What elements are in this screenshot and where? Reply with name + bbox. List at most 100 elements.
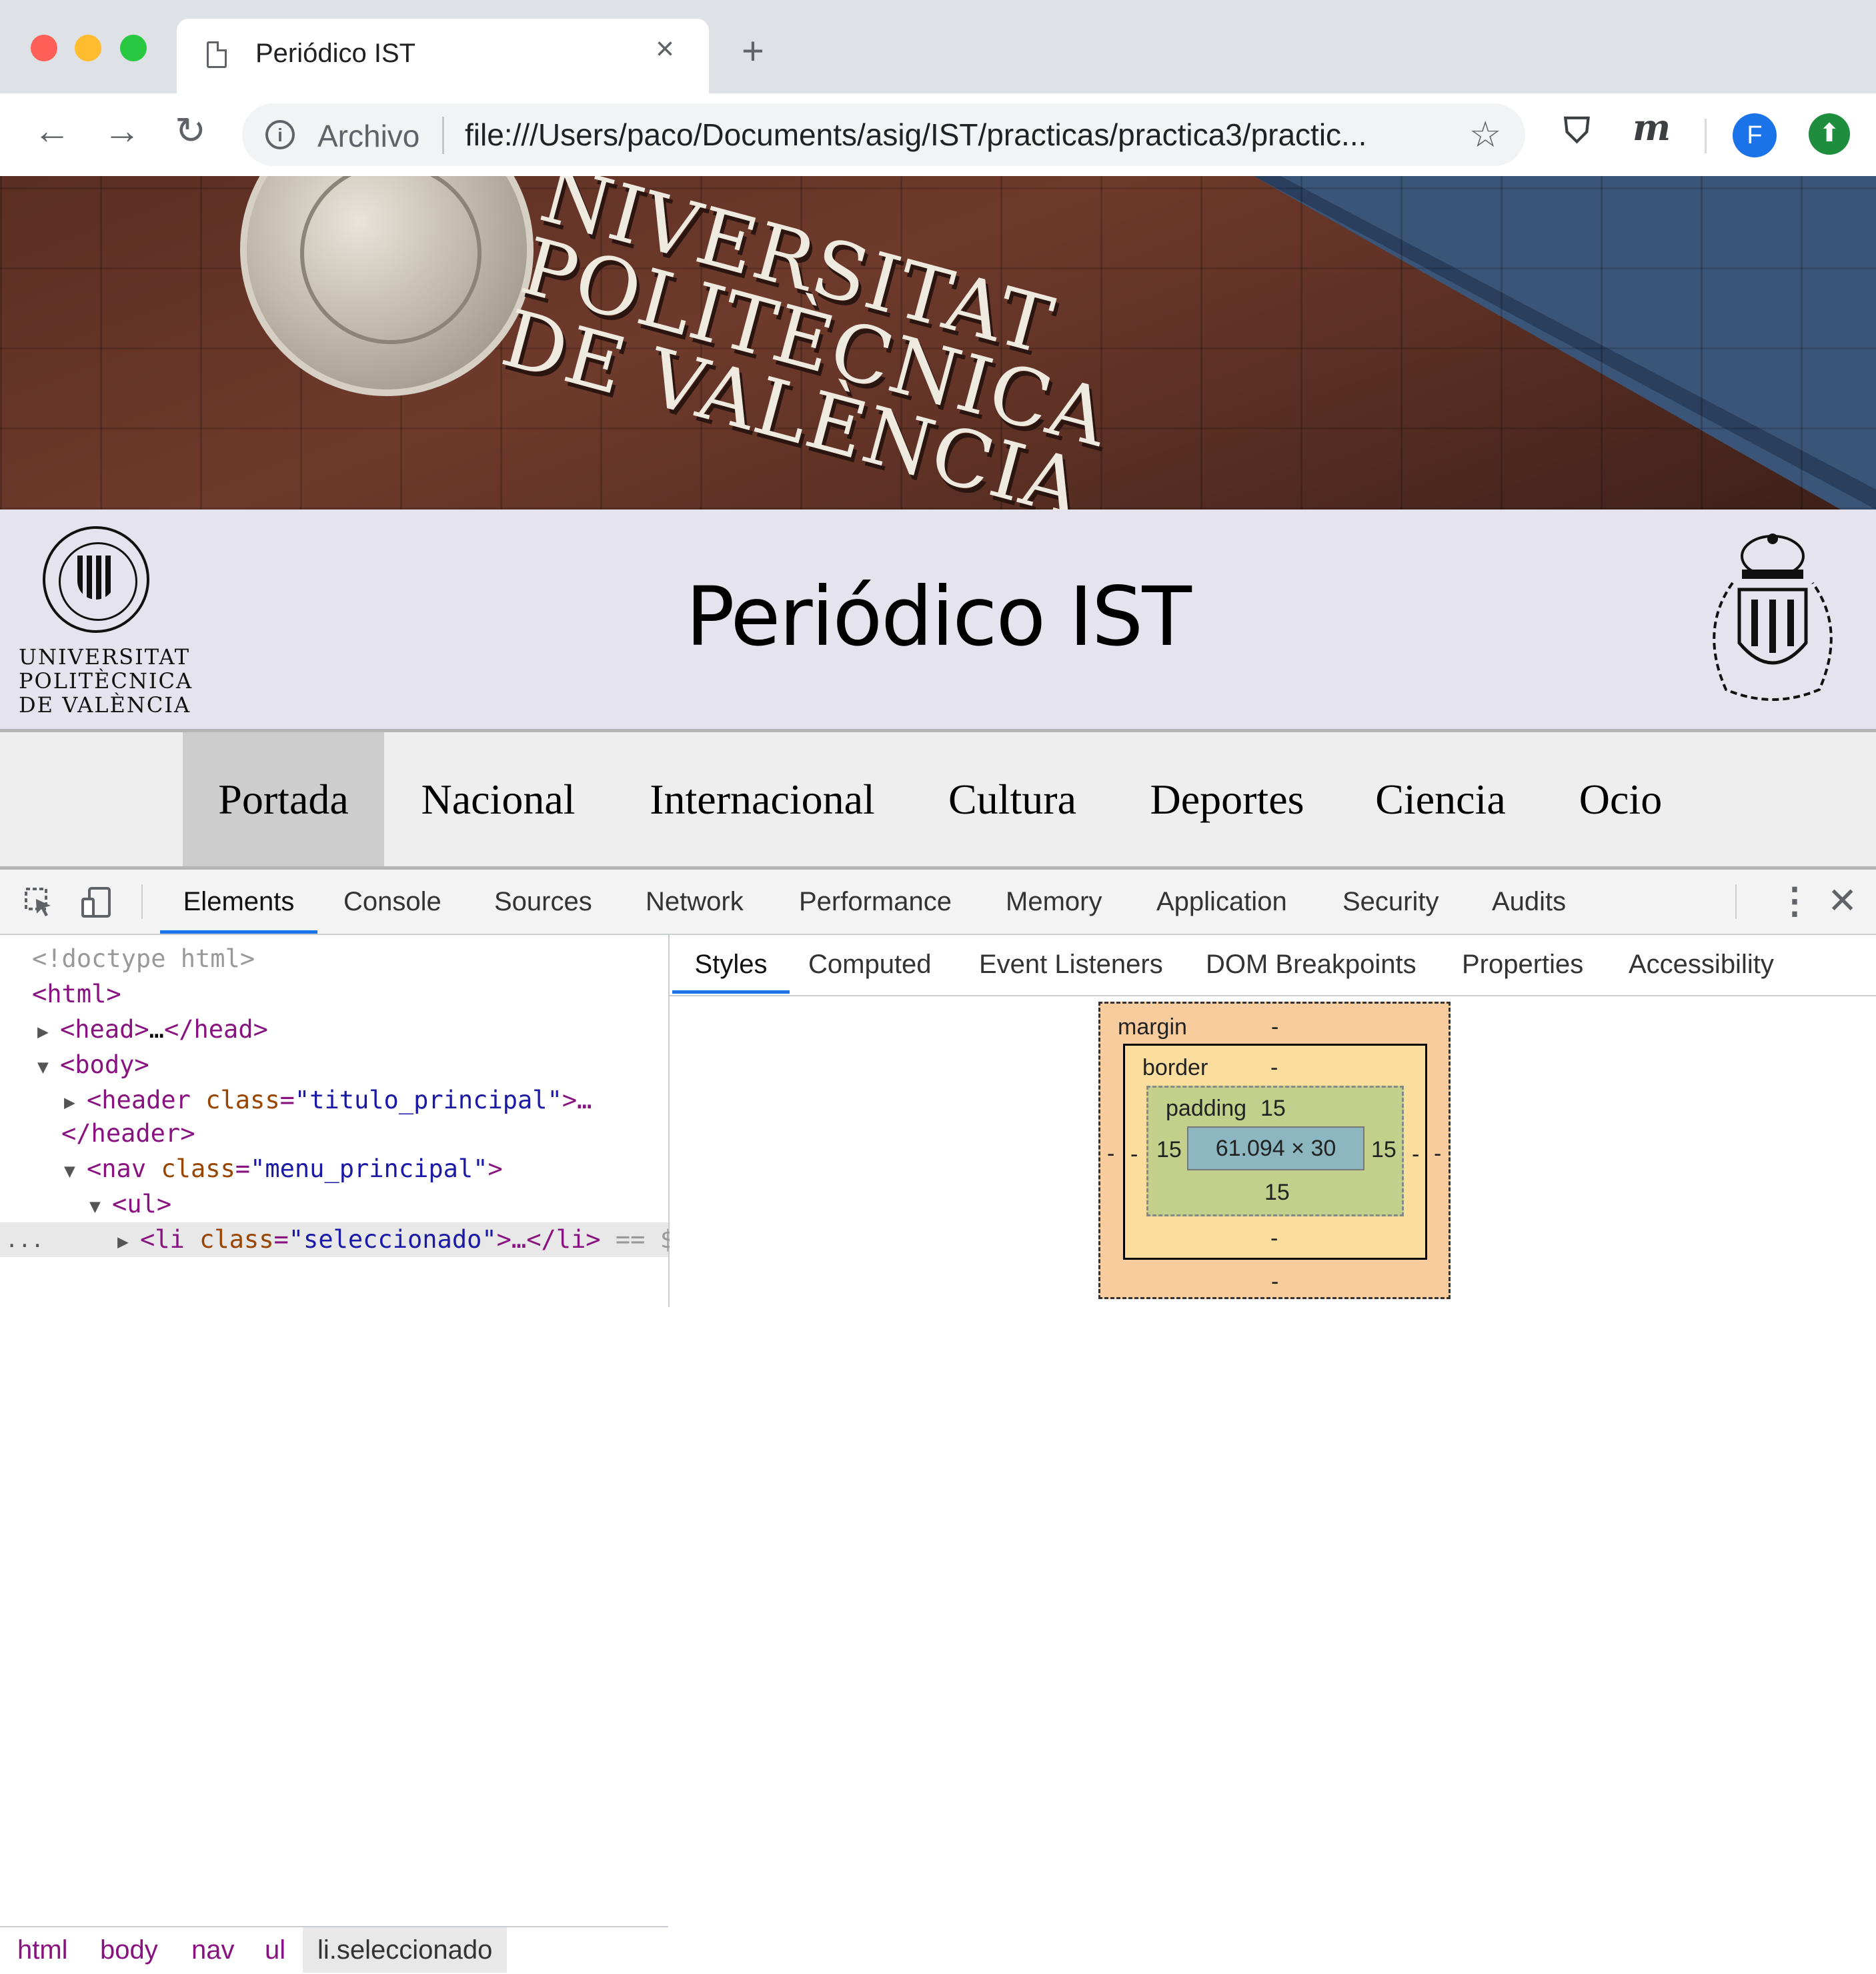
address-bar[interactable]: i Archivo file:///Users/paco/Documents/a…	[242, 103, 1525, 166]
border-label: border	[1142, 1055, 1208, 1080]
banner-image: NIVERSITAT POLITÈCNICA DE VALÈNCIA	[0, 176, 1876, 510]
margin-bottom-value[interactable]: -	[1271, 1270, 1278, 1293]
back-arrow-icon[interactable]: ←	[33, 112, 71, 149]
tab-styles[interactable]: Styles	[672, 935, 790, 994]
dom-head[interactable]: ▶ <head>…</head>	[37, 1012, 268, 1047]
page-title: Periódico IST	[686, 570, 1192, 664]
expand-triangle-icon[interactable]: ▶	[117, 1224, 140, 1259]
margin-top-value[interactable]: -	[1271, 1016, 1278, 1038]
menu-item-ocio[interactable]: Ocio	[1554, 732, 1687, 866]
breadcrumb-ul[interactable]: ul	[265, 1927, 285, 1973]
close-devtools-icon[interactable]: ✕	[1827, 883, 1857, 919]
margin-label: margin	[1118, 1014, 1187, 1040]
tab-dom-breakpoints[interactable]: DOM Breakpoints	[1206, 935, 1417, 994]
page-header: UNIVERSITAT POLITÈCNICA DE VALÈNCIA Peri…	[0, 510, 1876, 732]
breadcrumb-nav[interactable]: nav	[191, 1927, 235, 1973]
border-bottom-value[interactable]: -	[1270, 1227, 1278, 1250]
url-text[interactable]: file:///Users/paco/Documents/asig/IST/pr…	[465, 117, 1366, 153]
padding-left-value[interactable]: 15	[1156, 1138, 1182, 1161]
dom-body[interactable]: ▼ <body>	[37, 1048, 149, 1082]
tab-network[interactable]: Network	[646, 870, 744, 934]
browser-tab[interactable]: Periódico IST ×	[177, 19, 709, 93]
margin-left-value[interactable]: -	[1107, 1142, 1114, 1165]
border-left-value[interactable]: -	[1130, 1143, 1138, 1166]
elements-panel: <!doctype html> <html> ▶ <head>…</head> ▼…	[0, 935, 690, 1974]
expand-triangle-icon[interactable]: ▶	[64, 1085, 87, 1120]
security-label: Archivo	[317, 119, 420, 153]
menu-item-internacional[interactable]: Internacional	[626, 732, 899, 866]
browser-toolbar: ← → ↻ i Archivo file:///Users/paco/Docum…	[0, 93, 1876, 176]
profile-avatar[interactable]: F	[1733, 113, 1777, 157]
menu-item-nacional[interactable]: Nacional	[404, 732, 592, 866]
device-toolbar-icon[interactable]	[81, 887, 111, 918]
border-right-value[interactable]: -	[1412, 1143, 1419, 1166]
new-tab-button[interactable]: +	[742, 32, 764, 71]
tab-security[interactable]: Security	[1342, 870, 1439, 934]
styles-sidebar: Styles Computed Event Listeners DOM Brea…	[670, 935, 1876, 1307]
menu-item-portada[interactable]: Portada	[183, 732, 384, 866]
minimize-window-button[interactable]	[75, 35, 101, 61]
dom-html[interactable]: <html>	[32, 977, 121, 1012]
info-icon[interactable]: i	[265, 120, 295, 149]
dom-header[interactable]: ▶ <header class="titulo_principal">…	[64, 1083, 592, 1118]
more-dots-icon[interactable]: ...	[5, 1222, 44, 1257]
dom-nav[interactable]: ▼ <nav class="menu_principal">	[64, 1152, 503, 1186]
menu-item-cultura[interactable]: Cultura	[932, 732, 1092, 866]
tab-close-icon[interactable]: ×	[656, 33, 674, 65]
collapse-triangle-icon[interactable]: ▼	[37, 1050, 60, 1084]
menu-item-deportes[interactable]: Deportes	[1127, 732, 1327, 866]
devtools-divider	[141, 884, 143, 919]
toolbar-divider	[1705, 119, 1707, 153]
breadcrumb-li[interactable]: li.seleccionado	[303, 1927, 508, 1973]
collapse-triangle-icon[interactable]: ▼	[89, 1189, 112, 1224]
crest-icon	[1713, 534, 1833, 701]
breadcrumb-body[interactable]: body	[100, 1927, 158, 1973]
bookmark-star-icon[interactable]: ☆	[1469, 113, 1501, 155]
collapse-triangle-icon[interactable]: ▼	[64, 1154, 87, 1188]
box-model-margin[interactable]: margin - - - - border - - - - padding 15…	[1098, 1002, 1451, 1299]
tab-event-listeners[interactable]: Event Listeners	[979, 935, 1163, 994]
reload-icon[interactable]: ↻	[175, 112, 206, 149]
devtools-tabbar: Elements Console Sources Network Perform…	[0, 870, 1876, 935]
browser-tab-strip: Periódico IST × +	[0, 0, 1876, 93]
dom-header-close[interactable]: </header>	[61, 1116, 195, 1151]
more-options-icon[interactable]: ⋮	[1777, 883, 1813, 919]
box-model-padding[interactable]: padding 15 15 15 15 61.094 × 30	[1146, 1086, 1404, 1216]
tab-properties[interactable]: Properties	[1462, 935, 1583, 994]
border-top-value[interactable]: -	[1270, 1056, 1278, 1079]
dom-doctype[interactable]: <!doctype html>	[32, 942, 255, 976]
forward-arrow-icon[interactable]: →	[103, 112, 141, 149]
devtools-divider-right	[1735, 884, 1737, 919]
document-icon	[207, 41, 227, 68]
maximize-window-button[interactable]	[120, 35, 147, 61]
omnibox-divider	[442, 117, 444, 154]
padding-right-value[interactable]: 15	[1371, 1138, 1396, 1161]
breadcrumb-html[interactable]: html	[17, 1927, 68, 1973]
dom-ul[interactable]: ▼ <ul>	[89, 1187, 171, 1222]
tab-performance[interactable]: Performance	[799, 870, 952, 934]
tab-accessibility[interactable]: Accessibility	[1629, 935, 1774, 994]
tab-computed[interactable]: Computed	[808, 935, 932, 994]
padding-top-value[interactable]: 15	[1260, 1097, 1286, 1120]
box-model-content[interactable]: 61.094 × 30	[1187, 1126, 1364, 1170]
tab-application[interactable]: Application	[1156, 870, 1287, 934]
tab-sources[interactable]: Sources	[494, 870, 592, 934]
menu-item-ciencia[interactable]: Ciencia	[1360, 732, 1521, 866]
breadcrumb: html body nav ul li.seleccionado	[0, 1926, 668, 1974]
close-window-button[interactable]	[31, 35, 57, 61]
update-arrow-icon[interactable]: ⬆	[1809, 113, 1850, 155]
padding-bottom-value[interactable]: 15	[1264, 1181, 1290, 1204]
tab-title: Periódico IST	[255, 39, 416, 68]
tab-elements[interactable]: Elements	[160, 870, 317, 934]
tab-console[interactable]: Console	[343, 870, 441, 934]
tab-audits[interactable]: Audits	[1492, 870, 1566, 934]
tab-memory[interactable]: Memory	[1006, 870, 1102, 934]
box-model-border[interactable]: border - - - - padding 15 15 15 15 61.09…	[1123, 1044, 1427, 1260]
shield-extension-icon[interactable]: ⛉	[1564, 113, 1590, 148]
margin-right-value[interactable]: -	[1434, 1142, 1441, 1165]
inspect-element-icon[interactable]	[24, 887, 53, 918]
padding-label: padding	[1166, 1096, 1247, 1121]
m-extension-icon[interactable]: m	[1633, 109, 1671, 145]
dom-li-selected[interactable]: ... ▶ <li class="seleccionado">…</li> == …	[0, 1222, 690, 1259]
expand-triangle-icon[interactable]: ▶	[37, 1014, 60, 1049]
